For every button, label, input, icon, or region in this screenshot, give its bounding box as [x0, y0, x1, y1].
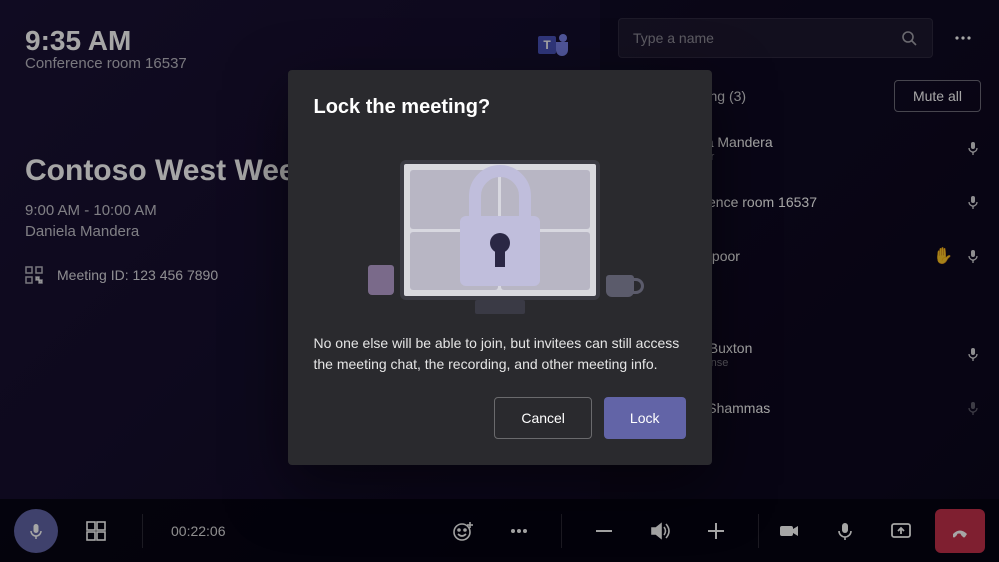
lock-illustration	[350, 145, 650, 315]
lock-meeting-dialog: Lock the meeting? No one else will be ab…	[288, 70, 712, 465]
lock-icon	[450, 161, 550, 291]
modal-backdrop[interactable]: Lock the meeting? No one else will be ab…	[0, 0, 999, 562]
cancel-button[interactable]: Cancel	[494, 397, 592, 439]
dialog-body-text: No one else will be able to join, but in…	[314, 333, 686, 375]
dialog-title: Lock the meeting?	[314, 96, 686, 119]
lock-button[interactable]: Lock	[604, 397, 686, 439]
